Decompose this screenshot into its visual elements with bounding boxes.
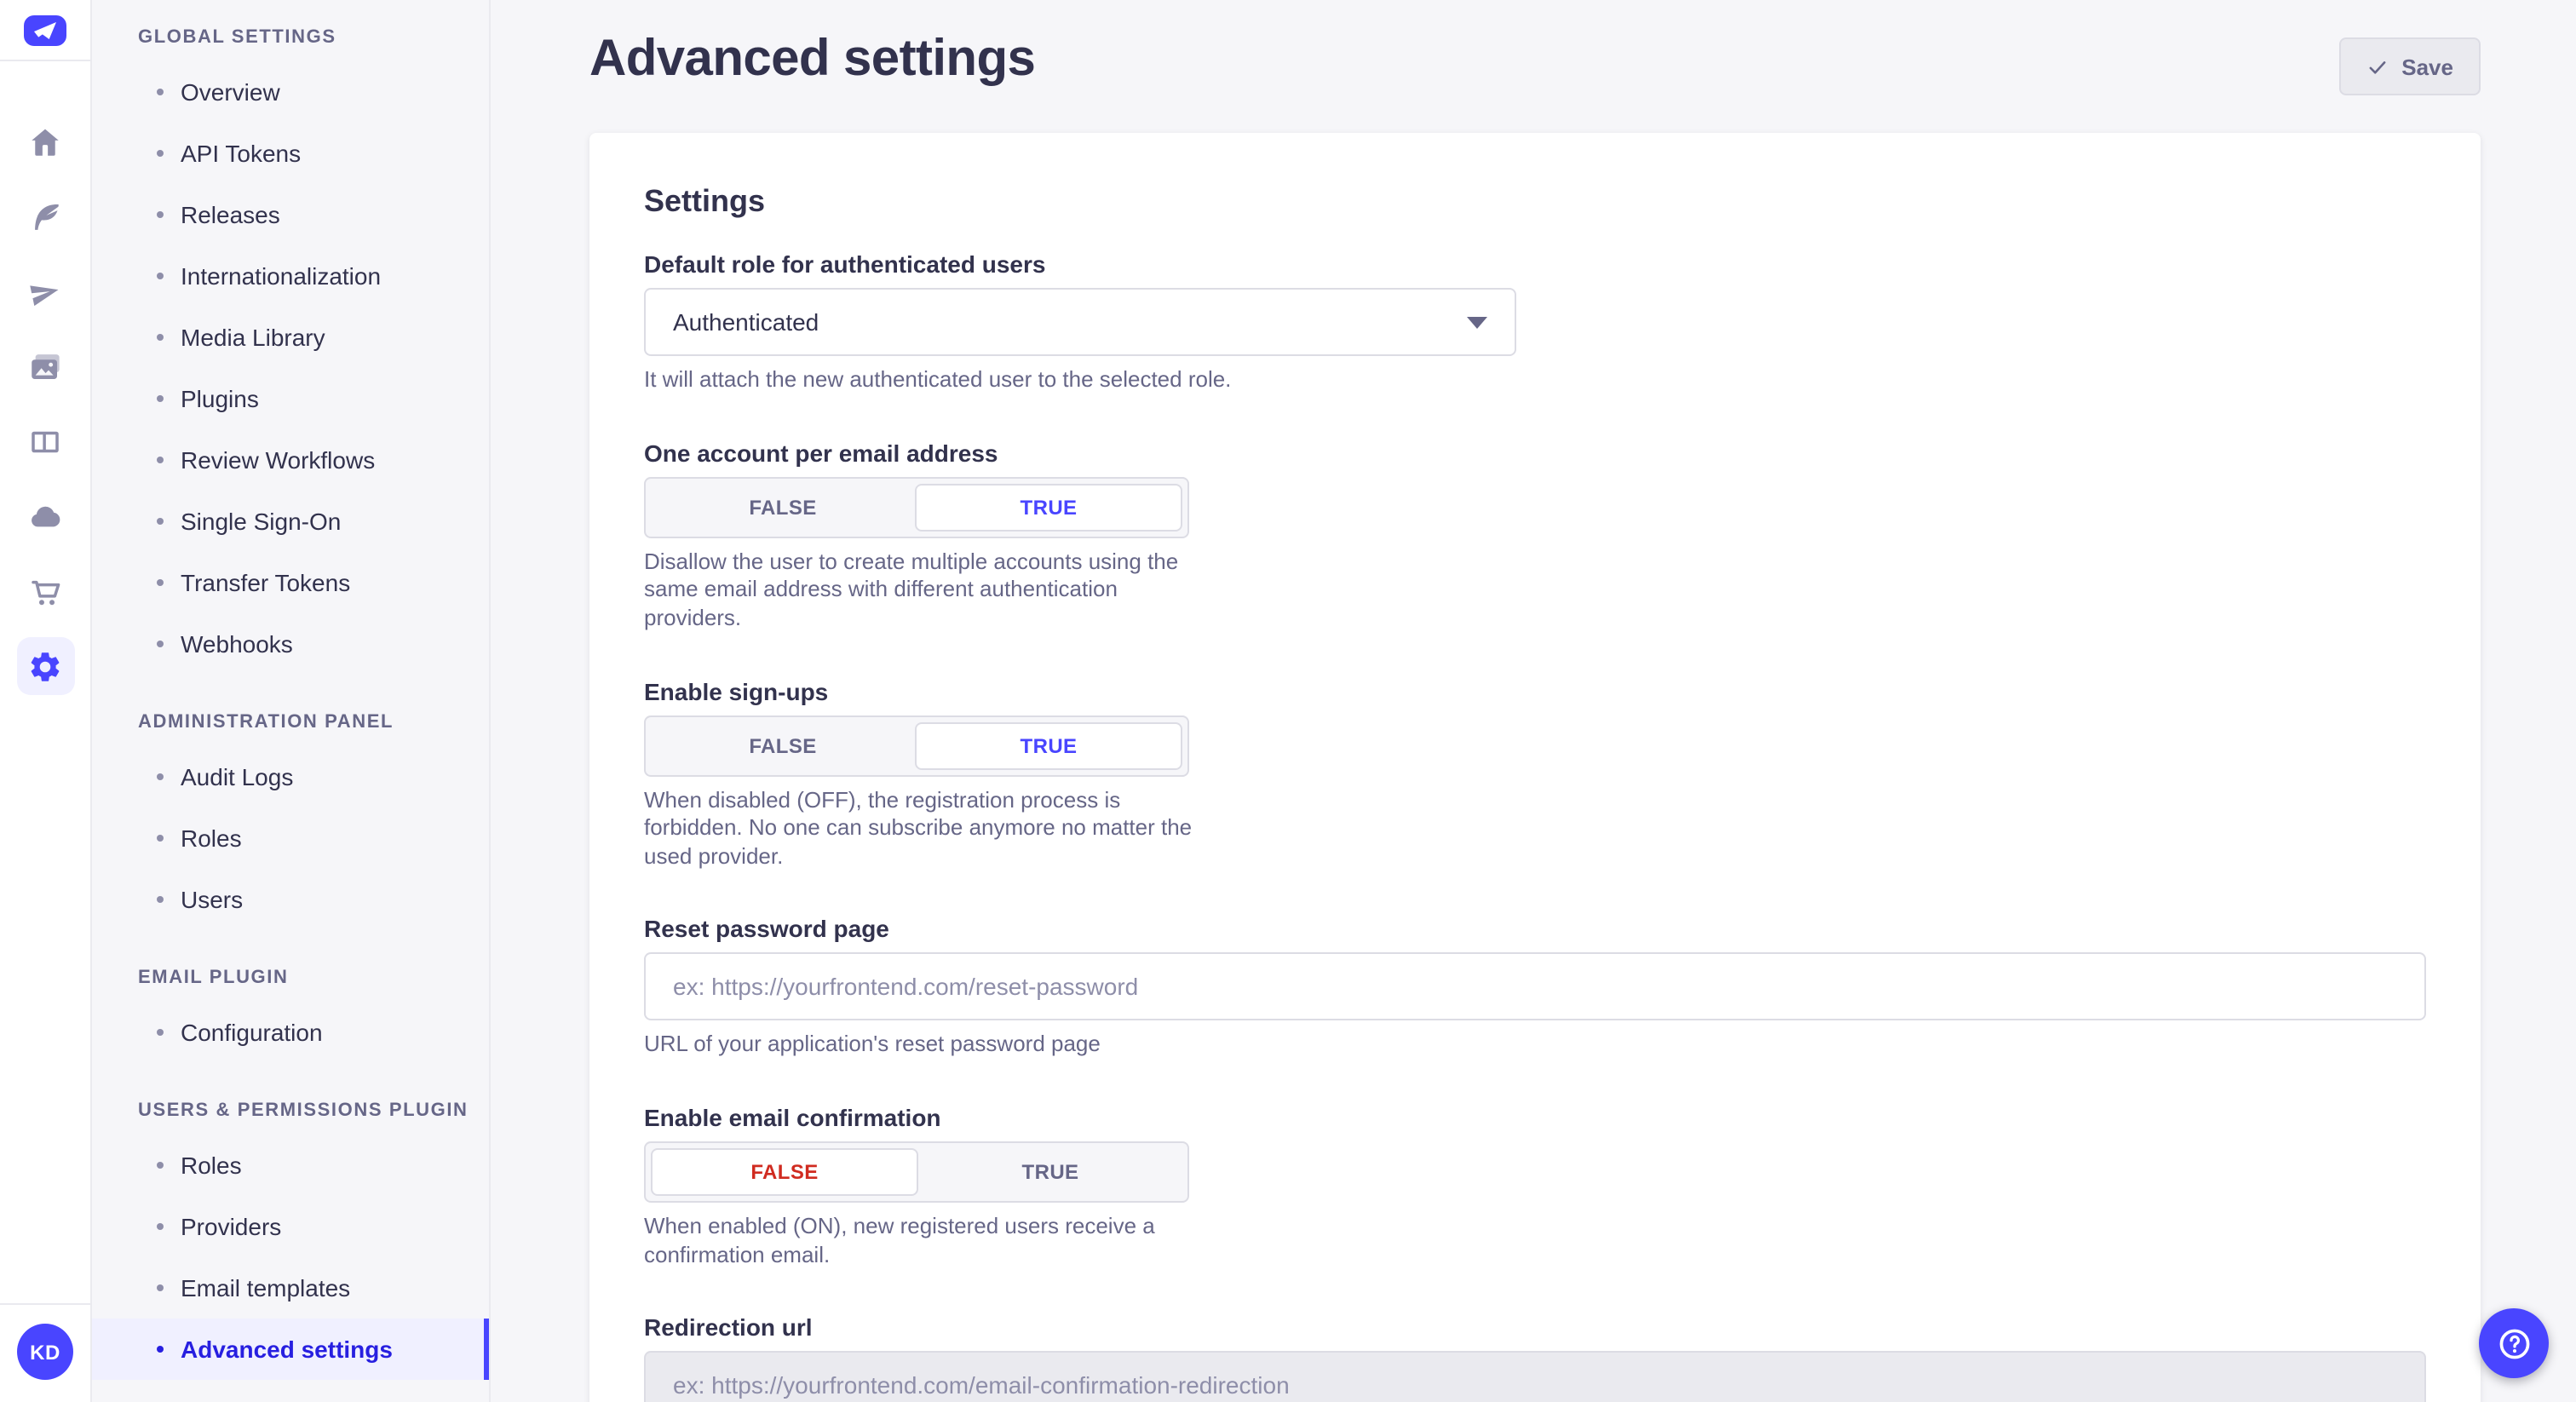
avatar[interactable]: KD bbox=[17, 1324, 73, 1380]
media-icon[interactable] bbox=[16, 337, 74, 395]
select-value: Authenticated bbox=[673, 308, 819, 336]
sidebar-item-email-templates[interactable]: Email templates bbox=[92, 1257, 489, 1319]
bullet-icon bbox=[157, 457, 164, 463]
field-redirection-url: Redirection url bbox=[644, 1314, 2426, 1402]
sidebar-item-single-sign-on[interactable]: Single Sign-On bbox=[92, 491, 489, 552]
toggle-true-option[interactable]: TRUE bbox=[918, 1148, 1182, 1196]
sidebar-item-advanced-settings[interactable]: Advanced settings bbox=[92, 1319, 489, 1380]
bullet-icon bbox=[157, 395, 164, 402]
bullet-icon bbox=[157, 334, 164, 341]
sidebar-item-review-workflows[interactable]: Review Workflows bbox=[92, 429, 489, 491]
sidebar-item-plugins[interactable]: Plugins bbox=[92, 368, 489, 429]
settings-sidebar: GLOBAL SETTINGS Overview API Tokens Rele… bbox=[92, 0, 491, 1402]
sidebar-section-email-plugin: EMAIL PLUGIN bbox=[92, 968, 489, 988]
cart-icon[interactable] bbox=[16, 562, 74, 620]
sidebar-item-transfer-tokens[interactable]: Transfer Tokens bbox=[92, 552, 489, 613]
sidebar-item-email-configuration[interactable]: Configuration bbox=[92, 1002, 489, 1063]
send-icon[interactable] bbox=[16, 262, 74, 320]
field-hint: When disabled (OFF), the registration pr… bbox=[644, 786, 1213, 871]
bullet-icon bbox=[157, 150, 164, 157]
sidebar-item-webhooks[interactable]: Webhooks bbox=[92, 613, 489, 675]
toggle-false-option[interactable]: FALSE bbox=[651, 721, 915, 769]
app-window: KD GLOBAL SETTINGS Overview API Tokens R… bbox=[0, 0, 2576, 1402]
sidebar-item-releases[interactable]: Releases bbox=[92, 184, 489, 245]
reset-password-input[interactable] bbox=[644, 953, 2426, 1021]
rail-bottom: KD bbox=[0, 1303, 90, 1402]
redirection-url-input[interactable] bbox=[644, 1352, 2426, 1402]
field-label: One account per email address bbox=[644, 439, 2426, 466]
page-header: Advanced settings Save bbox=[491, 0, 2576, 133]
default-role-select[interactable]: Authenticated bbox=[644, 288, 1516, 356]
bullet-icon bbox=[157, 211, 164, 218]
feather-icon[interactable] bbox=[16, 187, 74, 245]
settings-card: Settings Default role for authenticated … bbox=[589, 133, 2481, 1402]
sidebar-item-admin-users[interactable]: Users bbox=[92, 869, 489, 930]
bullet-icon bbox=[157, 89, 164, 95]
sidebar-item-up-roles[interactable]: Roles bbox=[92, 1135, 489, 1196]
field-reset-password: Reset password page URL of your applicat… bbox=[644, 916, 2426, 1060]
home-icon[interactable] bbox=[16, 112, 74, 170]
logo-section bbox=[0, 0, 90, 61]
layout-icon[interactable] bbox=[16, 412, 74, 470]
main-content: Advanced settings Save Settings Default … bbox=[491, 0, 2576, 1402]
card-title: Settings bbox=[644, 184, 2426, 220]
sidebar-item-admin-roles[interactable]: Roles bbox=[92, 807, 489, 869]
bullet-icon bbox=[157, 641, 164, 647]
bullet-icon bbox=[157, 1284, 164, 1291]
bullet-icon bbox=[157, 1223, 164, 1230]
sidebar-item-api-tokens[interactable]: API Tokens bbox=[92, 123, 489, 184]
email-confirmation-toggle: FALSE TRUE bbox=[644, 1141, 1189, 1203]
bullet-icon bbox=[157, 896, 164, 903]
toggle-false-option[interactable]: FALSE bbox=[651, 1148, 918, 1196]
bullet-icon bbox=[157, 773, 164, 780]
bullet-icon bbox=[157, 579, 164, 586]
page-title: Advanced settings bbox=[589, 31, 1035, 89]
field-enable-signups: Enable sign-ups FALSE TRUE When disabled… bbox=[644, 677, 2426, 871]
toggle-false-option[interactable]: FALSE bbox=[651, 483, 915, 531]
icon-rail: KD bbox=[0, 0, 92, 1402]
save-button[interactable]: Save bbox=[2338, 37, 2481, 95]
sidebar-item-providers[interactable]: Providers bbox=[92, 1196, 489, 1257]
sidebar-item-overview[interactable]: Overview bbox=[92, 61, 489, 123]
field-default-role: Default role for authenticated users Aut… bbox=[644, 250, 2426, 394]
field-hint: When enabled (ON), new registered users … bbox=[644, 1213, 1213, 1270]
check-icon bbox=[2366, 55, 2388, 78]
strapi-logo[interactable] bbox=[24, 15, 66, 46]
gear-icon[interactable] bbox=[16, 637, 74, 695]
sidebar-item-internationalization[interactable]: Internationalization bbox=[92, 245, 489, 307]
toggle-true-option[interactable]: TRUE bbox=[915, 483, 1182, 531]
sidebar-section-users-permissions-plugin: USERS & PERMISSIONS PLUGIN bbox=[92, 1100, 489, 1121]
sidebar-section-global-settings: GLOBAL SETTINGS bbox=[92, 27, 489, 48]
field-hint: It will attach the new authenticated use… bbox=[644, 366, 2426, 394]
one-account-toggle: FALSE TRUE bbox=[644, 476, 1189, 537]
field-label: Default role for authenticated users bbox=[644, 250, 2426, 278]
bullet-icon bbox=[157, 273, 164, 279]
field-label: Enable sign-ups bbox=[644, 677, 2426, 704]
bullet-icon bbox=[157, 1162, 164, 1169]
sidebar-section-administration-panel: ADMINISTRATION PANEL bbox=[92, 712, 489, 733]
field-email-confirmation: Enable email confirmation FALSE TRUE Whe… bbox=[644, 1104, 2426, 1270]
help-button[interactable] bbox=[2479, 1308, 2549, 1378]
question-icon bbox=[2495, 1324, 2533, 1362]
rail-icons bbox=[16, 61, 74, 1303]
field-label: Redirection url bbox=[644, 1314, 2426, 1342]
bullet-icon bbox=[157, 835, 164, 842]
toggle-true-option[interactable]: TRUE bbox=[915, 721, 1182, 769]
field-label: Enable email confirmation bbox=[644, 1104, 2426, 1131]
bullet-icon bbox=[157, 518, 164, 525]
chevron-down-icon bbox=[1467, 316, 1487, 328]
field-hint: Disallow the user to create multiple acc… bbox=[644, 548, 1213, 633]
sidebar-item-audit-logs[interactable]: Audit Logs bbox=[92, 746, 489, 807]
enable-signups-toggle: FALSE TRUE bbox=[644, 715, 1189, 776]
field-label: Reset password page bbox=[644, 916, 2426, 943]
sidebar-item-media-library[interactable]: Media Library bbox=[92, 307, 489, 368]
bullet-icon bbox=[157, 1346, 164, 1353]
field-one-account: One account per email address FALSE TRUE… bbox=[644, 439, 2426, 633]
field-hint: URL of your application's reset password… bbox=[644, 1031, 2426, 1060]
cloud-icon[interactable] bbox=[16, 487, 74, 545]
bullet-icon bbox=[157, 1029, 164, 1036]
